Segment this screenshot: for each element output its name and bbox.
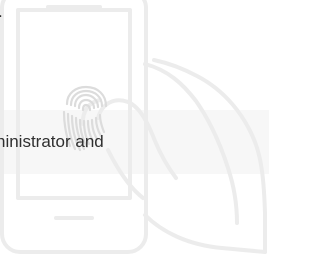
- middle-text: ninistrator and: [0, 132, 104, 151]
- login-help-panel: . ninistrator and: [0, 0, 269, 264]
- top-text: .: [0, 2, 3, 22]
